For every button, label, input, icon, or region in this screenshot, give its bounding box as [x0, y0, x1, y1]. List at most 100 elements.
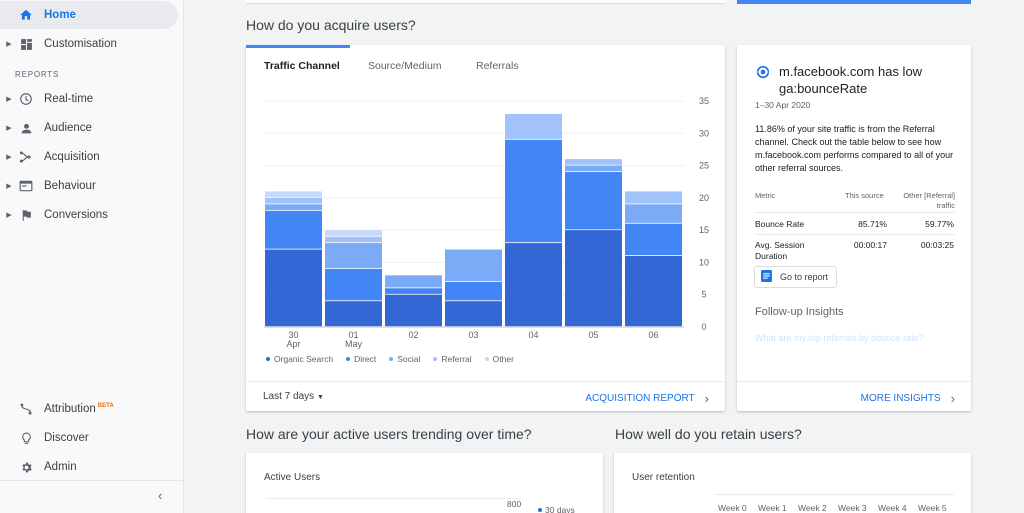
chevron-right-icon: ›: [704, 391, 709, 406]
legend-item[interactable]: Direct: [346, 354, 376, 364]
table-divider: [755, 234, 955, 235]
go-to-report-label: Go to report: [780, 272, 829, 282]
nav-customisation-label: Customisation: [44, 38, 117, 50]
bar-segment[interactable]: [505, 139, 562, 243]
nav-admin[interactable]: Admin: [0, 453, 178, 481]
nav-discover[interactable]: Discover: [0, 424, 178, 452]
bar-segment[interactable]: [325, 230, 382, 236]
week-headers: Week 0 Week 1 Week 2 Week 3 Week 4 Week 5: [718, 503, 958, 513]
y-tick-800: 800: [507, 499, 522, 509]
bar-segment[interactable]: [385, 288, 442, 294]
expand-caret-icon: ▶: [6, 41, 12, 48]
tab-source-medium[interactable]: Source/Medium: [368, 60, 442, 72]
nav-acquisition[interactable]: ▶ Acquisition: [0, 143, 178, 171]
attribution-icon: [17, 400, 35, 418]
caret-down-icon: ▼: [316, 394, 324, 401]
beta-badge: BETA: [97, 403, 114, 410]
bar-segment[interactable]: [565, 165, 622, 172]
person-icon: [17, 119, 35, 137]
legend-item[interactable]: Referral: [433, 354, 472, 364]
tab-traffic-channel[interactable]: Traffic Channel: [264, 60, 340, 72]
bar-segment[interactable]: [625, 191, 682, 204]
bar-segment[interactable]: [325, 268, 382, 301]
referral-icon: [755, 64, 771, 83]
bar-segment[interactable]: [385, 275, 442, 288]
bar-segment[interactable]: [565, 230, 622, 327]
bar-segment[interactable]: [265, 191, 322, 198]
date-range-label: Last 7 days: [263, 391, 315, 402]
sidebar: Home ▶ Customisation REPORTS ▶ Real-time…: [0, 0, 184, 513]
bar-segment[interactable]: [565, 172, 622, 230]
nav-behaviour[interactable]: ▶ Behaviour: [0, 172, 178, 200]
chevron-left-icon[interactable]: ‹: [158, 488, 162, 503]
y-tick-label: 10: [699, 257, 709, 267]
date-range-selector[interactable]: Last 7 days ▼: [263, 391, 324, 402]
insight-title: m.facebook.com has low ga:bounceRate: [779, 64, 923, 96]
legend-label: Other: [492, 354, 514, 364]
nav-home[interactable]: Home: [0, 1, 178, 29]
bar-segment[interactable]: [325, 301, 382, 327]
avg-session-other: 00:03:25: [920, 240, 954, 250]
nav-customisation[interactable]: ▶ Customisation: [0, 30, 178, 58]
col-this-source: This source: [845, 191, 884, 200]
bar-segment[interactable]: [445, 281, 502, 301]
nav-realtime[interactable]: ▶ Real-time: [0, 85, 178, 113]
go-to-report-button[interactable]: Go to report: [754, 266, 838, 288]
x-tick-label: 02: [408, 330, 418, 340]
bar-segment[interactable]: [505, 113, 562, 139]
legend-item[interactable]: Other: [484, 354, 514, 364]
bar-segment[interactable]: [325, 243, 382, 269]
retention-heading: How well do you retain users?: [615, 426, 802, 442]
followup-question-link[interactable]: What are my top referrals by bounce rate…: [755, 333, 924, 343]
legend-dot: [538, 508, 542, 512]
expand-caret-icon: ▶: [6, 154, 12, 161]
x-tick-label: Apr: [286, 339, 300, 349]
bar-segment[interactable]: [625, 204, 682, 223]
bounce-rate-source: 85.71%: [858, 219, 887, 229]
acquire-card: Traffic Channel Source/Medium Referrals …: [246, 45, 725, 411]
bar-segment[interactable]: [445, 301, 502, 327]
col-other-traffic: Other [Referral] traffic: [903, 191, 955, 210]
bar-segment[interactable]: [265, 197, 322, 204]
x-tick-label: 03: [468, 330, 478, 340]
bar-segment[interactable]: [265, 249, 322, 327]
more-insights-link[interactable]: MORE INSIGHTS ›: [861, 391, 955, 406]
retention-title: User retention: [632, 472, 695, 483]
bar-segment[interactable]: [265, 210, 322, 249]
bar-segment[interactable]: [325, 236, 382, 243]
bar-segment[interactable]: [625, 255, 682, 327]
tab-referrals[interactable]: Referrals: [476, 60, 519, 72]
legend-item[interactable]: Organic Search: [266, 354, 333, 364]
expand-caret-icon: ▶: [6, 212, 12, 219]
week-header: Week 2: [798, 503, 827, 513]
active-users-card: Active Users 800 30 days: [246, 453, 603, 513]
home-icon: [17, 6, 35, 24]
nav-conversions[interactable]: ▶ Conversions: [0, 201, 178, 229]
bar-segment[interactable]: [445, 249, 502, 281]
bar-segment[interactable]: [565, 159, 622, 165]
bar-segment[interactable]: [265, 204, 322, 210]
acquisition-report-link[interactable]: ACQUISITION REPORT ›: [585, 391, 709, 406]
col-metric: Metric: [755, 191, 776, 200]
week-header: Week 3: [838, 503, 867, 513]
chart-legend: Organic Search Direct Social Referral Other: [266, 354, 514, 364]
nav-attribution[interactable]: Attribution BETA: [0, 395, 178, 423]
insight-date: 1–30 Apr 2020: [755, 100, 811, 110]
bar-segment[interactable]: [505, 243, 562, 327]
y-tick-label: 0: [701, 322, 706, 332]
y-tick-label: 25: [699, 161, 709, 171]
legend-item[interactable]: Social: [389, 354, 420, 364]
nav-conversions-label: Conversions: [44, 209, 108, 221]
bar-segment[interactable]: [625, 223, 682, 256]
week-header: Week 0: [718, 503, 747, 513]
legend-30-days-label: 30 days: [545, 505, 575, 513]
previous-card-edge: [246, 0, 725, 4]
nav-admin-label: Admin: [44, 461, 77, 473]
week-header: Week 1: [758, 503, 787, 513]
legend-label: Organic Search: [274, 354, 334, 364]
insight-card-footer: MORE INSIGHTS ›: [737, 381, 971, 411]
bar-segment[interactable]: [385, 294, 442, 327]
nav-audience[interactable]: ▶ Audience: [0, 114, 178, 142]
acquire-heading: How do you acquire users?: [246, 17, 416, 33]
lightbulb-icon: [17, 429, 35, 447]
